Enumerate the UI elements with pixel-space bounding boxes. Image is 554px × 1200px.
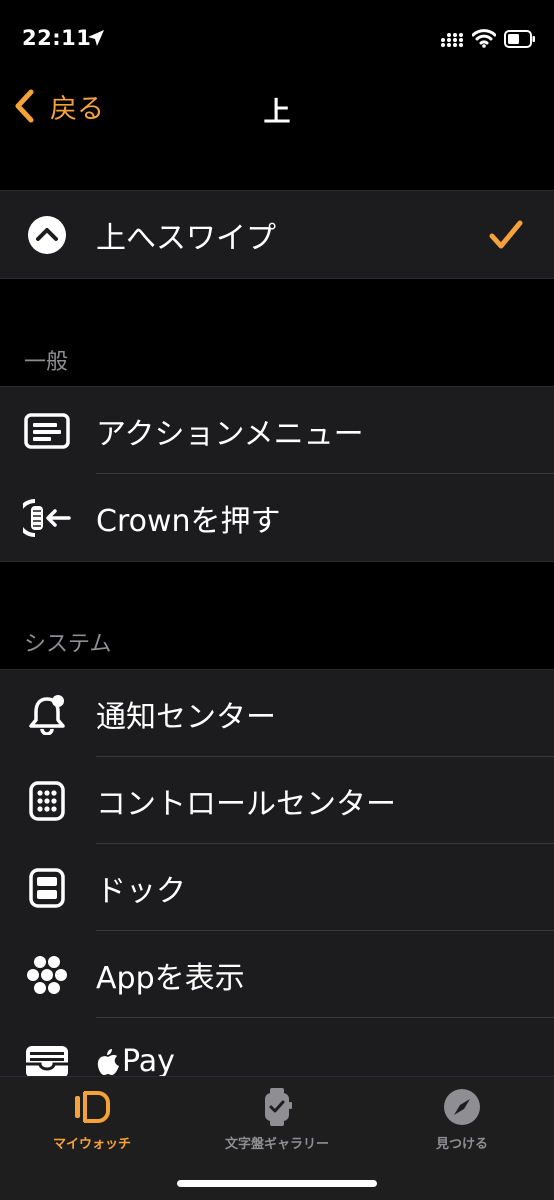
- option-notification-center[interactable]: 通知センター: [0, 670, 554, 757]
- option-dock[interactable]: ドック: [0, 844, 554, 931]
- action-menu-icon: [22, 406, 72, 456]
- status-time: 22:11: [22, 26, 92, 50]
- compass-icon: [444, 1089, 480, 1125]
- tab-my-watch[interactable]: マイウォッチ: [0, 1087, 184, 1152]
- crown-press-icon: [22, 493, 72, 543]
- apple-pay-label: Pay: [96, 1044, 175, 1077]
- section-header-system: システム: [24, 632, 112, 657]
- tab-label: 見つける: [435, 1137, 488, 1152]
- checkmark-icon: [489, 220, 523, 248]
- option-label: Crownを押す: [96, 503, 281, 539]
- battery-icon: [504, 30, 535, 48]
- wallet-icon: [22, 1037, 72, 1077]
- home-indicator: [177, 1180, 377, 1187]
- option-label: 上へスワイプ: [96, 220, 276, 256]
- option-label: ドック: [96, 873, 186, 909]
- section-header-general: 一般: [24, 350, 69, 375]
- option-control-center[interactable]: コントロールセンター: [0, 757, 554, 844]
- option-action-menu[interactable]: アクションメニュー: [0, 387, 554, 474]
- option-label: アクションメニュー: [96, 416, 364, 452]
- general-group: アクションメニュー Crownを押す: [0, 386, 554, 562]
- option-label: 通知センター: [96, 699, 276, 735]
- watch-icon: [75, 1091, 110, 1123]
- tab-face-gallery[interactable]: 文字盤ギャラリー: [185, 1087, 369, 1152]
- wifi-icon: [472, 29, 496, 48]
- option-label: Pay: [122, 1044, 175, 1077]
- selected-option-group: 上へスワイプ: [0, 190, 554, 279]
- cellular-signal-icon: [441, 33, 463, 47]
- watch-face-icon: [265, 1088, 292, 1126]
- control-center-icon: [22, 776, 72, 826]
- tab-label: 文字盤ギャラリー: [224, 1137, 329, 1152]
- apple-logo-icon: [97, 1048, 119, 1075]
- option-label: Appを表示: [96, 960, 245, 996]
- status-bar: 22:11: [0, 0, 554, 80]
- system-group: 通知センター コントロールセンター ドック Appを表示 Pay: [0, 669, 554, 1077]
- app-grid-icon: [22, 950, 72, 1000]
- navigation-bar: 戻る 上: [0, 80, 554, 130]
- page-title: 上: [263, 97, 291, 128]
- option-show-apps[interactable]: Appを表示: [0, 931, 554, 1018]
- chevron-up-circle-icon: [22, 210, 72, 260]
- location-arrow-icon: [88, 30, 104, 46]
- option-label: コントロールセンター: [96, 786, 396, 822]
- option-press-crown[interactable]: Crownを押す: [0, 474, 554, 561]
- dock-icon: [22, 863, 72, 913]
- option-apple-pay[interactable]: Pay: [0, 1018, 554, 1077]
- bell-icon: [22, 689, 72, 739]
- option-swipe-up[interactable]: 上へスワイプ: [0, 191, 554, 278]
- tab-label: マイウォッチ: [52, 1137, 131, 1152]
- tab-discover[interactable]: 見つける: [370, 1087, 554, 1152]
